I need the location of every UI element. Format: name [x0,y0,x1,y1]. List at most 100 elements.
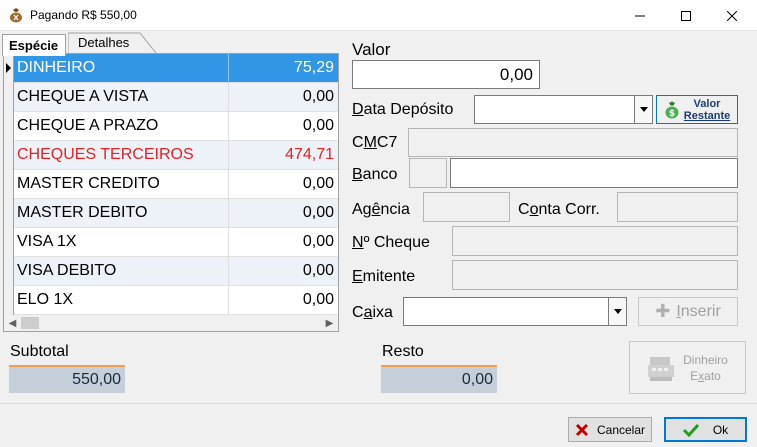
payment-type-row[interactable]: VISA 1X 0,00 [4,228,338,257]
valor-restante-line2: Restante [683,109,731,122]
dinheiro-exato-line2: Exato [690,368,721,383]
payment-type-row[interactable]: MASTER CREDITO 0,00 [4,170,338,199]
caixa-dropdown-button[interactable] [608,298,626,325]
payment-type-name: MASTER CREDITO [17,175,160,192]
horizontal-scrollbar[interactable]: ◀ ▶ [3,315,339,332]
payment-type-row[interactable]: MASTER DEBITO 0,00 [4,199,338,228]
banco-name-field[interactable] [450,158,738,188]
data-deposito-field[interactable] [474,95,653,124]
maximize-icon [681,10,691,21]
ok-button[interactable]: Ok [664,417,747,442]
cmc7-field[interactable] [408,128,738,157]
scroll-right-icon[interactable]: ▶ [321,315,338,332]
chevron-down-icon [639,107,648,112]
dinheiro-exato-line1: Dinheiro [683,352,728,367]
maximize-button[interactable] [663,0,709,31]
banco-code-field[interactable] [409,158,447,188]
payment-type-value: 0,00 [302,233,334,250]
payment-type-name: MASTER DEBITO [17,204,148,221]
banco-label: Banco [352,166,398,183]
emitente-field[interactable] [452,260,738,290]
row-indicator [4,141,14,170]
column-separator [228,170,229,199]
payment-type-row[interactable]: CHEQUES TERCEIROS 474,71 [4,141,338,170]
agencia-label: Agência [352,201,410,218]
payment-type-value: 474,71 [285,146,334,163]
tab-detalhes[interactable]: Detalhes [78,35,129,50]
payment-type-name: CHEQUE A PRAZO [17,117,159,134]
valor-input[interactable]: 0,00 [352,60,540,89]
column-separator [228,286,229,315]
subtotal-label: Subtotal [10,343,69,360]
column-separator [228,228,229,257]
payment-types-grid[interactable]: DINHEIRO 75,29 CHEQUE A VISTA 0,00 CHEQUE A … [3,53,339,332]
row-indicator [4,83,14,112]
payment-type-value: 0,00 [302,262,334,279]
row-indicator [4,286,14,315]
payment-type-row[interactable]: DINHEIRO 75,29 [4,54,338,83]
row-indicator [4,112,14,141]
inserir-button[interactable]: ✚ Inserir [638,297,738,326]
dinheiro-exato-button[interactable]: Dinheiro Exato [629,341,746,394]
cheque-number-field[interactable] [452,226,738,256]
scroll-thumb[interactable] [21,317,39,329]
payment-type-name: CHEQUE A VISTA [17,88,149,105]
money-bag-icon [10,8,22,23]
payment-type-value: 0,00 [302,88,334,105]
row-indicator [4,257,14,286]
payment-type-value: 0,00 [302,175,334,192]
payment-type-value: 75,29 [293,59,334,76]
title-bar: Pagando R$ 550,00 [0,0,757,31]
column-separator [228,199,229,228]
cancelar-button[interactable]: Cancelar [568,417,652,442]
subtotal-value: 550,00 [9,365,125,393]
valor-restante-line1: Valor [693,97,721,110]
scroll-left-icon[interactable]: ◀ [4,315,21,332]
emitente-label: Emitente [352,268,416,285]
chevron-down-icon [613,309,622,314]
data-deposito-label: Data Depósito [352,101,454,118]
row-indicator [4,170,14,199]
payment-type-name: CHEQUES TERCEIROS [17,146,194,163]
payment-type-name: DINHEIRO [17,59,96,76]
plus-icon: ✚ [655,301,671,321]
cheque-number-label: Nº Cheque [352,234,430,251]
agencia-field[interactable] [423,192,510,222]
conta-corr-label: Conta Corr. [518,201,600,218]
minimize-icon [635,15,645,16]
caixa-label: Caixa [352,304,393,321]
close-icon [727,10,737,21]
payment-type-row[interactable]: CHEQUE A PRAZO 0,00 [4,112,338,141]
column-separator [228,257,229,286]
svg-text:$: $ [669,109,675,119]
cmc7-label: CMC7 [352,134,398,151]
data-deposito-dropdown-button[interactable] [634,96,652,123]
minimize-button[interactable] [617,0,663,31]
resto-label: Resto [382,343,424,360]
tab-especie[interactable]: Espécie [2,34,66,56]
column-separator [228,83,229,112]
cash-register-icon [648,356,675,381]
payment-type-name: VISA 1X [17,233,77,250]
payment-type-row[interactable]: ELO 1X 0,00 [4,286,338,315]
payment-type-name: ELO 1X [17,291,74,308]
row-indicator [4,228,14,257]
column-separator [228,54,229,83]
payment-type-value: 0,00 [302,117,334,134]
payment-type-value: 0,00 [302,204,334,221]
checkmark-icon [682,423,699,437]
resto-value: 0,00 [381,365,497,393]
current-row-arrow-icon [6,63,11,73]
valor-label: Valor [352,40,391,59]
row-indicator [4,199,14,228]
column-separator [228,112,229,141]
row-indicator [4,54,14,83]
conta-corr-field[interactable] [617,192,738,222]
valor-restante-button[interactable]: $ Valor Restante [656,95,738,124]
close-button[interactable] [709,0,755,31]
payment-type-row[interactable]: CHEQUE A VISTA 0,00 [4,83,338,112]
caixa-select[interactable] [403,297,627,326]
payment-type-row[interactable]: VISA DEBITO 0,00 [4,257,338,286]
ok-label: Ok [712,422,729,437]
payment-type-name: VISA DEBITO [17,262,117,279]
